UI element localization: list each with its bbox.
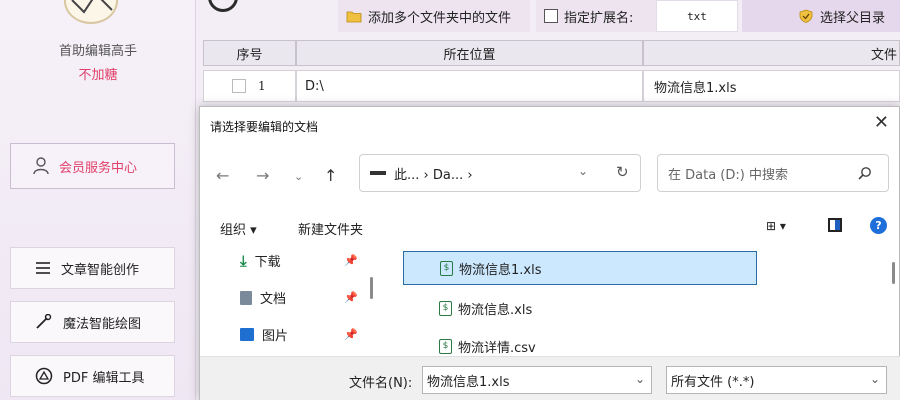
file-list-scrollbar[interactable] xyxy=(892,262,895,284)
chevron-down-icon[interactable]: ⌄ xyxy=(635,372,645,386)
file-item[interactable]: $ 物流信息.xls xyxy=(403,291,757,325)
back-arrow-icon[interactable]: ← xyxy=(216,166,229,185)
file-name: 物流详情.csv xyxy=(458,340,536,356)
row-index: 1 xyxy=(258,79,266,93)
view-grid-icon[interactable]: ⊞ ▾ xyxy=(766,219,786,233)
app-subtitle: 不加糖 xyxy=(78,68,118,83)
forward-arrow-icon[interactable]: → xyxy=(256,166,269,185)
filetype-select[interactable]: 所有文件 (*.*) ⌄ xyxy=(666,366,887,394)
help-icon[interactable]: ? xyxy=(870,217,887,234)
filename-label: 文件名(N): xyxy=(349,376,413,391)
preview-pane-icon[interactable] xyxy=(828,218,842,232)
add-folders-button[interactable]: 添加多个文件夹中的文件 xyxy=(338,0,530,32)
column-header-filename[interactable]: 文件 xyxy=(643,40,900,66)
search-placeholder: 在 Data (D:) 中搜索 xyxy=(668,167,788,183)
pin-icon[interactable]: 📌 xyxy=(344,291,358,304)
ext-filter-label: 指定扩展名: xyxy=(564,10,634,26)
app-name: 首助编辑高手 xyxy=(58,44,137,59)
filename-value: 物流信息1.xls xyxy=(427,374,510,390)
chevron-down-icon[interactable]: ⌄ xyxy=(870,372,880,386)
spreadsheet-icon: $ xyxy=(439,300,452,316)
search-box[interactable]: 在 Data (D:) 中搜索 xyxy=(657,154,889,192)
quick-access-item[interactable]: ⤓ 下载 xyxy=(240,251,281,271)
pin-icon[interactable]: 📌 xyxy=(344,328,358,341)
pdf-tool-icon xyxy=(35,367,53,385)
organize-menu[interactable]: 组织 ▾ xyxy=(220,219,257,238)
folder-add-icon xyxy=(346,11,362,23)
select-parent-dir-label: 选择父目录 xyxy=(820,10,886,26)
nav-label: PDF 编辑工具 xyxy=(63,370,145,386)
nav-label: 魔法智能绘图 xyxy=(63,316,142,332)
table-row[interactable]: 1 xyxy=(203,70,296,102)
dialog-title: 请选择要编辑的文档 xyxy=(210,120,319,134)
chart-logo-icon xyxy=(71,0,113,14)
address-bar[interactable]: 此... › Da... › ⌄ ↻ xyxy=(359,154,641,192)
file-open-dialog: 请选择要编辑的文档 ✕ ← → ⌄ ↑ 此... › Da... › ⌄ ↻ 在… xyxy=(199,106,900,400)
file-item[interactable]: $ 物流信息1.xls xyxy=(403,251,757,285)
chevron-down-icon[interactable]: ⌄ xyxy=(578,164,588,178)
circle-action-button[interactable] xyxy=(208,0,238,12)
extension-input[interactable]: txt xyxy=(656,0,738,32)
row-location: D:\ xyxy=(296,70,643,102)
add-folders-label: 添加多个文件夹中的文件 xyxy=(368,10,512,26)
row-filename: 物流信息1.xls xyxy=(643,70,900,102)
pin-icon[interactable]: 📌 xyxy=(344,254,358,267)
picture-icon xyxy=(240,328,254,341)
spreadsheet-icon: $ xyxy=(440,260,453,276)
nav-pane-scrollbar[interactable] xyxy=(370,277,373,299)
ext-filter-checkbox[interactable] xyxy=(544,9,558,23)
nav-label: 文章智能创作 xyxy=(61,262,140,278)
row-checkbox[interactable] xyxy=(232,79,246,93)
quick-access-item[interactable]: 图片 xyxy=(240,325,288,344)
document-icon xyxy=(240,290,252,305)
dialog-footer: 文件名(N): 物流信息1.xls ⌄ 所有文件 (*.*) ⌄ xyxy=(200,356,900,400)
nav-magic-drawing[interactable]: 魔法智能绘图 xyxy=(10,301,175,343)
spreadsheet-icon: $ xyxy=(439,338,452,354)
select-parent-dir-button[interactable]: 选择父目录 xyxy=(742,0,900,32)
menu-lines-icon xyxy=(36,262,50,274)
file-name: 物流信息1.xls xyxy=(459,262,542,278)
filename-input[interactable]: 物流信息1.xls ⌄ xyxy=(422,366,652,394)
member-center-button[interactable]: 会员服务中心 xyxy=(10,143,175,189)
refresh-icon[interactable]: ↻ xyxy=(616,163,629,181)
chevron-down-icon[interactable]: ⌄ xyxy=(294,170,303,183)
filetype-value: 所有文件 (*.*) xyxy=(671,374,755,390)
shield-check-icon xyxy=(799,9,813,23)
app-sidebar: 首助编辑高手 不加糖 会员服务中心 文章智能创作 魔法智能绘图 PDF 编辑工具 xyxy=(0,0,196,400)
quick-access-label: 下载 xyxy=(254,255,281,270)
close-icon[interactable]: ✕ xyxy=(874,112,889,133)
column-header-index[interactable]: 序号 xyxy=(203,40,296,66)
nav-article-writing[interactable]: 文章智能创作 xyxy=(10,247,175,289)
breadcrumb: 此... › Da... › xyxy=(394,167,473,183)
app-logo xyxy=(64,0,118,24)
nav-pdf-tools[interactable]: PDF 编辑工具 xyxy=(10,355,175,397)
user-icon xyxy=(33,157,49,175)
up-arrow-icon[interactable]: ↑ xyxy=(324,166,337,185)
drive-icon xyxy=(370,171,386,175)
quick-access-label: 图片 xyxy=(262,329,289,344)
ext-filter-toggle[interactable]: 指定扩展名: xyxy=(536,0,656,32)
download-icon: ⤓ xyxy=(240,251,247,270)
column-header-location[interactable]: 所在位置 xyxy=(296,40,643,66)
search-icon xyxy=(858,167,871,180)
new-folder-button[interactable]: 新建文件夹 xyxy=(298,219,363,238)
member-center-label: 会员服务中心 xyxy=(59,160,138,176)
file-name: 物流信息.xls xyxy=(458,302,533,318)
magic-wand-icon xyxy=(36,314,52,329)
quick-access-item[interactable]: 文档 xyxy=(240,288,286,307)
quick-access-label: 文档 xyxy=(260,292,287,307)
navigation-pane: ⤓ 下载 📌 文档 📌 图片 📌 xyxy=(200,242,380,356)
